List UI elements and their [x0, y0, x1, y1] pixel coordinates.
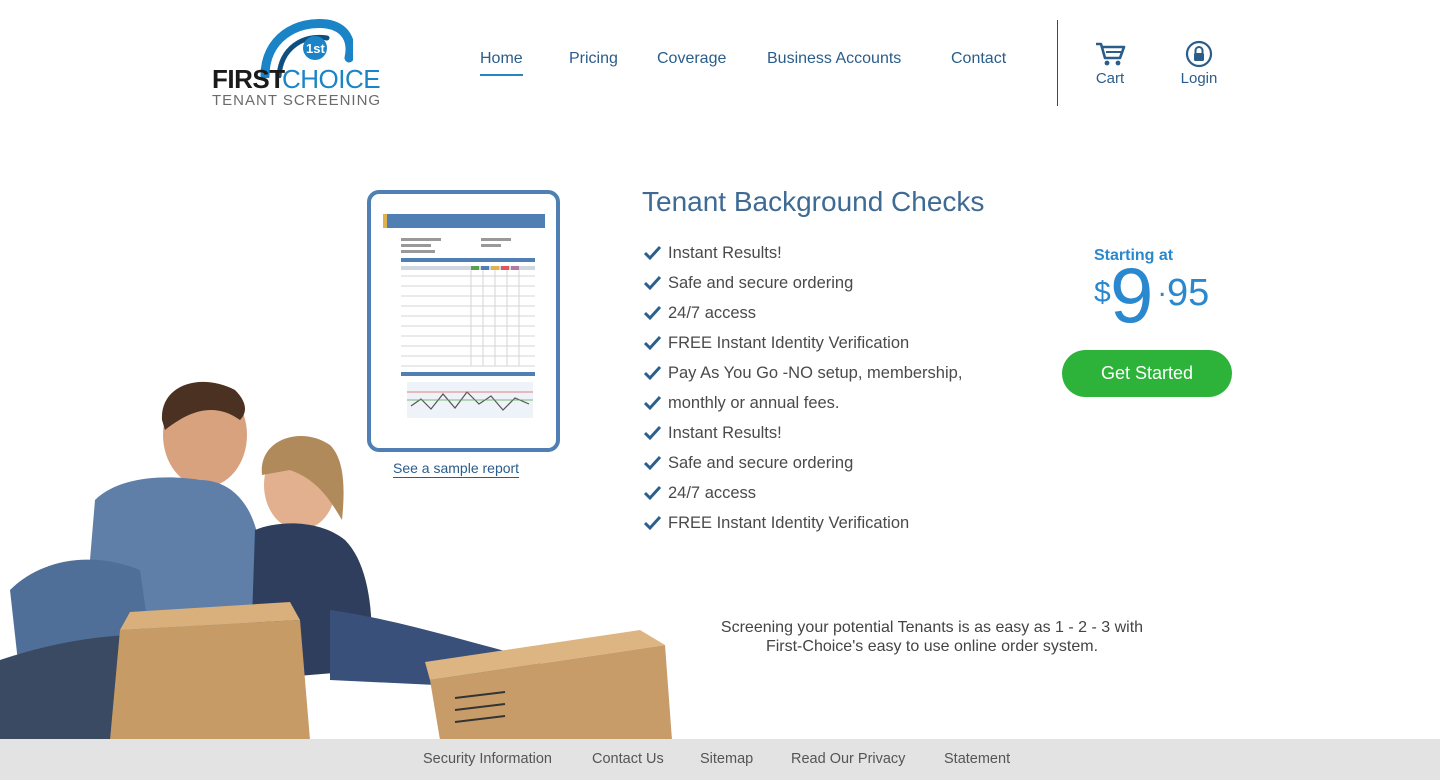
checkmark-icon: [644, 485, 662, 501]
feature-item: 24/7 access: [644, 298, 962, 328]
feature-item: Instant Results!: [644, 418, 962, 448]
footer-link-statement[interactable]: Statement: [944, 751, 1010, 767]
footer-link-sitemap[interactable]: Sitemap: [700, 751, 753, 767]
feature-list: Instant Results! Safe and secure orderin…: [644, 238, 962, 538]
nav-home[interactable]: Home: [480, 50, 523, 76]
checkmark-icon: [644, 515, 662, 531]
checkmark-icon: [644, 395, 662, 411]
couple-with-boxes-image: [0, 381, 672, 740]
page-title: Tenant Background Checks: [642, 186, 985, 217]
checkmark-icon: [644, 365, 662, 381]
logo-subtitle: TENANT SCREENING: [212, 92, 382, 109]
feature-item: Pay As You Go -NO setup, membership,: [644, 358, 962, 388]
cart-icon: [1096, 42, 1126, 66]
tagline-line-1: Screening your potential Tenants is as e…: [720, 619, 1144, 636]
feature-item: monthly or annual fees.: [644, 388, 962, 418]
checkmark-icon: [644, 245, 662, 261]
footer-link-contact[interactable]: Contact Us: [592, 751, 664, 767]
feature-item: Safe and secure ordering: [644, 268, 962, 298]
sample-report-preview: [383, 214, 545, 418]
footer-link-privacy[interactable]: Read Our Privacy: [791, 751, 905, 767]
svg-text:1st: 1st: [306, 41, 325, 56]
logo-first-text: FIRST: [212, 64, 285, 94]
get-started-button[interactable]: Get Started: [1062, 350, 1232, 397]
feature-item: Instant Results!: [644, 238, 962, 268]
feature-item: Safe and secure ordering: [644, 448, 962, 478]
tagline: Screening your potential Tenants is as e…: [702, 618, 1162, 656]
checkmark-icon: [644, 335, 662, 351]
footer-link-security[interactable]: Security Information: [423, 751, 552, 767]
nav-business-accounts[interactable]: Business Accounts: [767, 50, 901, 74]
cart-link[interactable]: Cart: [1090, 40, 1130, 87]
feature-item: FREE Instant Identity Verification: [644, 328, 962, 358]
checkmark-icon: [644, 455, 662, 471]
price-cents: 95: [1167, 272, 1210, 314]
price-decimal-point: .: [1158, 270, 1167, 303]
feature-item: 24/7 access: [644, 478, 962, 508]
nav-pricing[interactable]: Pricing: [569, 50, 618, 74]
price-whole: 9: [1110, 251, 1154, 339]
logo-choice-text: CHOICE: [282, 64, 381, 94]
cart-label: Cart: [1095, 70, 1125, 87]
checkmark-icon: [644, 275, 662, 291]
sample-report-thumbnail[interactable]: [367, 190, 560, 452]
footer: Security Information Contact Us Sitemap …: [0, 739, 1440, 780]
login-link[interactable]: Login: [1176, 40, 1222, 87]
nav-coverage[interactable]: Coverage: [657, 50, 726, 74]
feature-item: FREE Instant Identity Verification: [644, 508, 962, 538]
checkmark-icon: [644, 305, 662, 321]
login-label: Login: [1180, 70, 1218, 87]
checkmark-icon: [644, 425, 662, 441]
nav-divider: [1057, 20, 1058, 106]
price-currency: $: [1094, 276, 1111, 309]
lock-icon: [1185, 40, 1213, 68]
nav-contact[interactable]: Contact: [951, 50, 1006, 74]
tagline-line-2: First-Choice's easy to use online order …: [765, 638, 1099, 655]
brand-logo[interactable]: 1st FIRST CHOICE TENANT SCREENING: [212, 18, 382, 110]
sample-report-link[interactable]: See a sample report: [393, 460, 520, 478]
